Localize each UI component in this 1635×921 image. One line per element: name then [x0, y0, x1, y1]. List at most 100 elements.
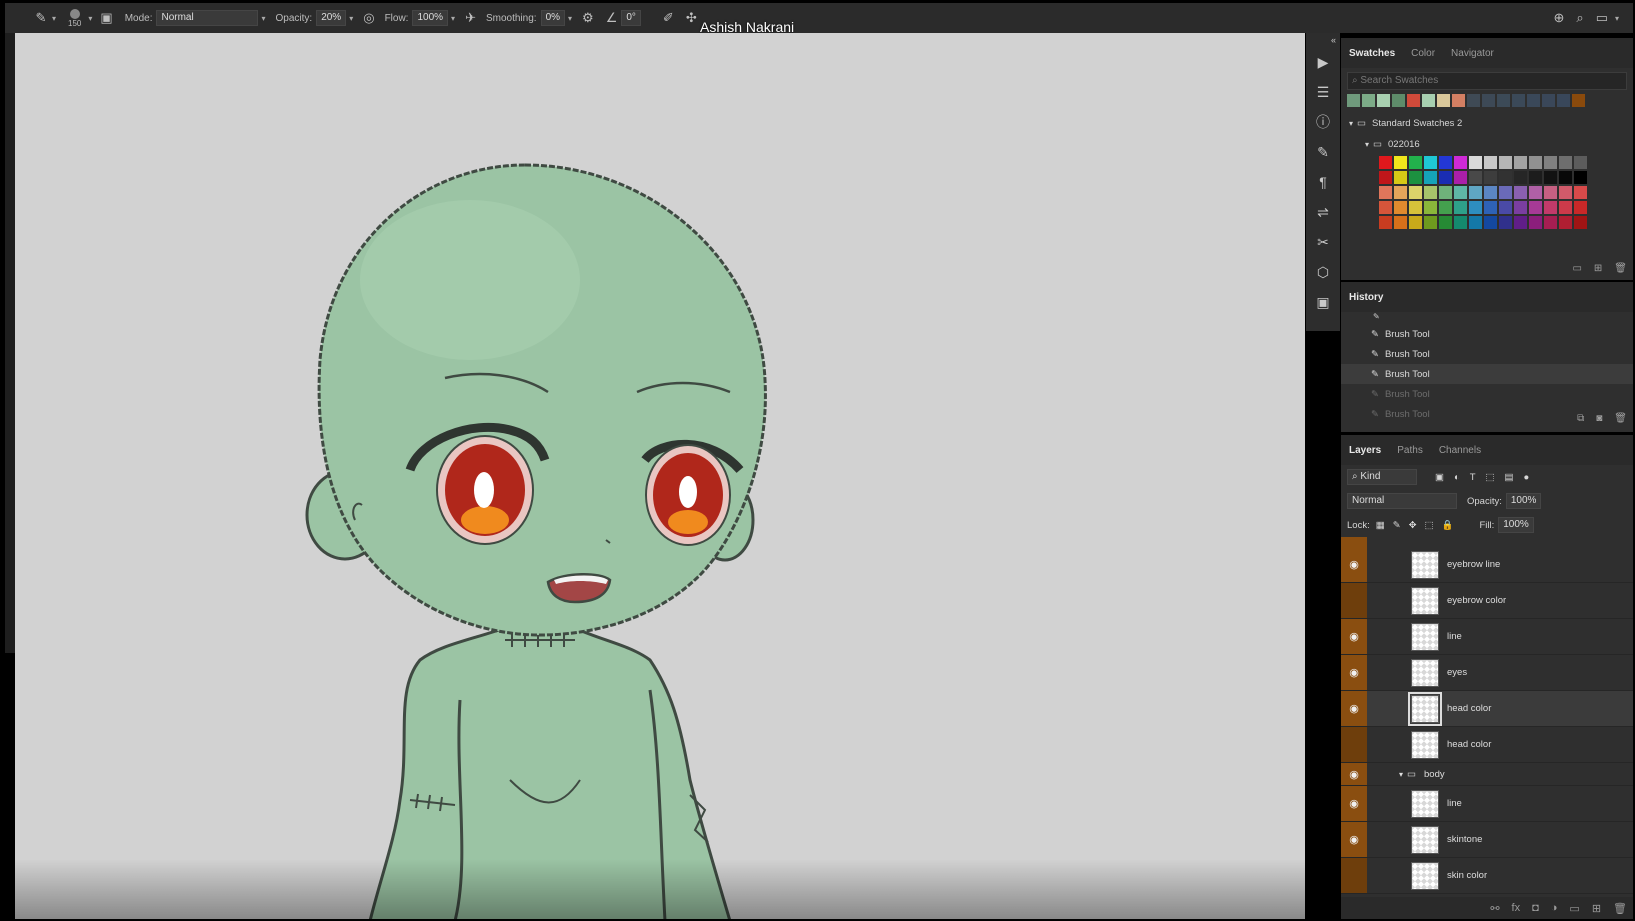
lock-artboard-icon[interactable]: ⬚ [1425, 520, 1434, 531]
layer-name[interactable]: eyes [1447, 667, 1467, 678]
swatch[interactable] [1439, 186, 1452, 199]
layer-thumbnail[interactable] [1411, 730, 1439, 759]
layer-row[interactable]: ◉ head color [1341, 727, 1633, 763]
tab-paths[interactable]: Paths [1389, 445, 1431, 456]
trash-icon[interactable]: 🗑 [1614, 263, 1627, 274]
swatch[interactable] [1499, 186, 1512, 199]
swatch[interactable] [1379, 216, 1392, 229]
swatch[interactable] [1409, 186, 1422, 199]
new-layer-icon[interactable]: ⊞ [1592, 902, 1601, 915]
lock-all-icon[interactable]: 🔒 [1442, 520, 1454, 531]
play-icon[interactable]: ▶ [1306, 47, 1340, 77]
swatch[interactable] [1484, 201, 1497, 214]
filter-adjustment-icon[interactable]: ◐ [1454, 472, 1460, 483]
swatch[interactable] [1394, 186, 1407, 199]
swatch[interactable] [1379, 186, 1392, 199]
workspace-chevron-icon[interactable]: ▾ [1615, 14, 1619, 23]
tab-channels[interactable]: Channels [1431, 445, 1489, 456]
layer-thumbnail[interactable] [1411, 825, 1439, 854]
swatch[interactable] [1529, 216, 1542, 229]
swatch[interactable] [1572, 94, 1585, 107]
swatch[interactable] [1514, 171, 1527, 184]
trash-icon[interactable]: 🗑 [1613, 902, 1627, 915]
flow-field[interactable]: 100% [412, 10, 449, 26]
swatch[interactable] [1484, 171, 1497, 184]
layer-row[interactable]: ◉ skintone [1341, 822, 1633, 858]
swatch[interactable] [1409, 171, 1422, 184]
swatches-search-input[interactable]: ⌕ Search Swatches [1347, 72, 1627, 90]
history-item[interactable]: ✎ Brush Tool [1341, 324, 1633, 344]
filter-smart-object-icon[interactable]: ▤ [1505, 472, 1514, 483]
tab-swatches[interactable]: Swatches [1341, 48, 1403, 59]
layer-row[interactable]: ◉ skin color [1341, 858, 1633, 894]
layer-group-row[interactable]: ◉ ▾ ▭ body [1341, 763, 1633, 786]
swatch[interactable] [1512, 94, 1525, 107]
swatch[interactable] [1544, 156, 1557, 169]
swatch[interactable] [1409, 216, 1422, 229]
smoothing-chevron-icon[interactable]: ▾ [568, 14, 572, 23]
brush-tool-icon[interactable]: ✎ [33, 10, 49, 26]
swatch[interactable] [1544, 171, 1557, 184]
swatch[interactable] [1574, 201, 1587, 214]
adjustment-layer-icon[interactable]: ◑ [1551, 902, 1558, 914]
layer-name[interactable]: line [1447, 798, 1462, 809]
swatch[interactable] [1499, 171, 1512, 184]
layer-row[interactable]: ◉ eyebrow line [1341, 547, 1633, 583]
swatch[interactable] [1482, 94, 1495, 107]
tab-color[interactable]: Color [1403, 48, 1443, 59]
document-canvas[interactable] [15, 33, 1305, 919]
swatch[interactable] [1467, 94, 1480, 107]
swatch-subgroup-row[interactable]: ▾ ▭ 022016 [1365, 139, 1633, 150]
swatch[interactable] [1544, 201, 1557, 214]
brush-settings-panel-icon[interactable]: ✎ [1306, 137, 1340, 167]
angle-field[interactable]: 0° [621, 10, 641, 26]
swatch[interactable] [1559, 186, 1572, 199]
pressure-opacity-icon[interactable]: ◎ [363, 10, 374, 26]
share-icon[interactable]: ⊕ [1554, 10, 1565, 26]
tools-icon[interactable]: ✂ [1306, 227, 1340, 257]
lock-pixels-icon[interactable]: ✎ [1393, 520, 1401, 531]
swatch[interactable] [1529, 171, 1542, 184]
swatch[interactable] [1439, 216, 1452, 229]
mode-chevron-icon[interactable]: ▾ [261, 14, 265, 23]
layer-row[interactable]: ◉ eyebrow color [1341, 583, 1633, 619]
chevron-down-icon[interactable]: ▾ [1349, 119, 1353, 128]
swatch[interactable] [1557, 94, 1570, 107]
swatch[interactable] [1514, 186, 1527, 199]
swatch[interactable] [1439, 156, 1452, 169]
brush-preview-icon[interactable] [69, 8, 80, 19]
layer-thumbnail[interactable] [1411, 658, 1439, 687]
layer-name[interactable]: eyebrow line [1447, 559, 1500, 570]
swatch[interactable] [1439, 201, 1452, 214]
swatch[interactable] [1439, 171, 1452, 184]
history-item[interactable]: ✎ Brush Tool [1341, 344, 1633, 364]
layer-row[interactable]: ◉ eyes [1341, 655, 1633, 691]
swatch[interactable] [1392, 94, 1405, 107]
swatch[interactable] [1469, 171, 1482, 184]
camera-icon[interactable]: ◙ [1596, 413, 1602, 424]
swatch[interactable] [1424, 186, 1437, 199]
swatch[interactable] [1499, 216, 1512, 229]
paragraph-icon[interactable]: ¶ [1306, 167, 1340, 197]
swatch[interactable] [1469, 201, 1482, 214]
chevron-down-icon[interactable]: ▾ [1365, 140, 1369, 149]
layer-thumbnail[interactable] [1411, 861, 1439, 890]
symmetry-icon[interactable]: ✣ [686, 10, 697, 26]
tab-history[interactable]: History [1341, 292, 1391, 303]
visibility-eye-icon[interactable]: ◉ [1341, 547, 1367, 582]
swatch[interactable] [1574, 216, 1587, 229]
layer-fill-field[interactable]: 100% [1498, 517, 1534, 533]
angle-icon[interactable]: ∠ [606, 10, 618, 26]
info-icon[interactable]: ⓘ [1306, 107, 1340, 137]
layer-thumbnail[interactable] [1411, 622, 1439, 651]
properties-icon[interactable]: ⇌ [1306, 197, 1340, 227]
visibility-eye-icon[interactable]: ◉ [1341, 822, 1367, 857]
swatch[interactable] [1379, 201, 1392, 214]
lock-position-icon[interactable]: ✥ [1409, 520, 1417, 531]
lock-transparent-icon[interactable]: ▦ [1376, 520, 1385, 531]
swatch[interactable] [1469, 156, 1482, 169]
visibility-eye-icon[interactable]: ◉ [1341, 619, 1367, 654]
fx-icon[interactable]: fx [1512, 902, 1521, 914]
swatch[interactable] [1484, 156, 1497, 169]
swatch[interactable] [1454, 216, 1467, 229]
